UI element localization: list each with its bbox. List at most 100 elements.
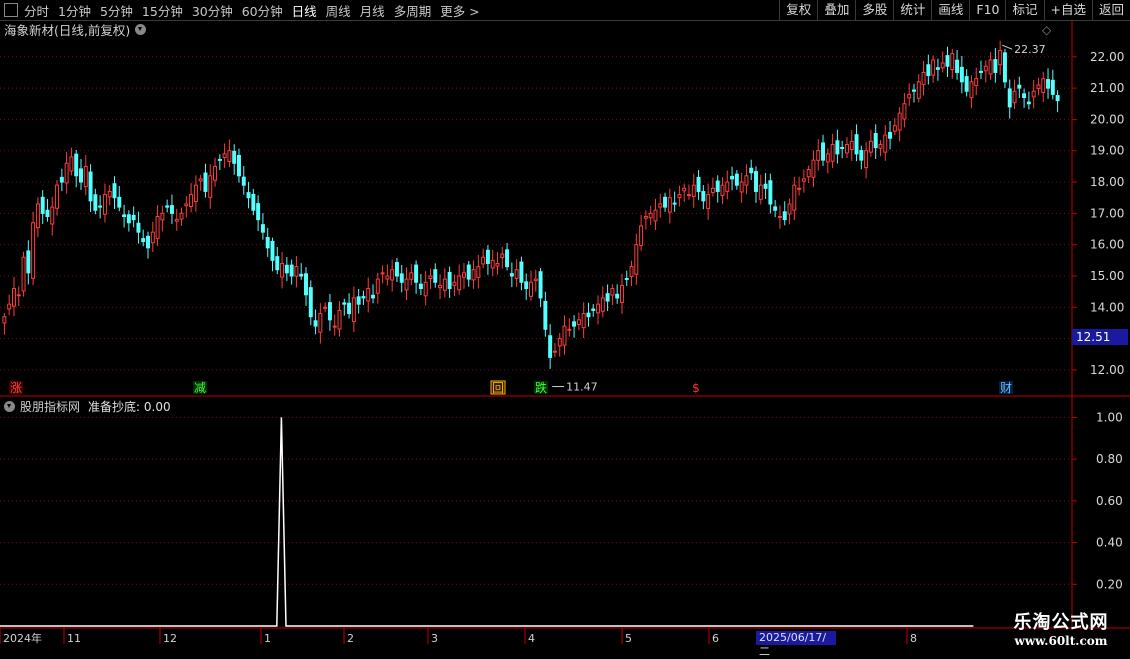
candle-body [160, 212, 165, 221]
candle-body [844, 143, 849, 154]
candle-body [806, 169, 811, 178]
candle-body [11, 288, 16, 307]
candle-body [572, 321, 577, 327]
candle-body [447, 271, 452, 290]
candle-body [21, 256, 26, 292]
candle-body [452, 281, 457, 286]
candle-body [428, 275, 433, 279]
candle-body [88, 171, 93, 202]
candle-body [892, 125, 897, 132]
candle-body [1017, 84, 1022, 89]
candle-body [490, 259, 495, 269]
candle-body [299, 273, 304, 277]
candle-body [26, 250, 31, 274]
candle-body [725, 181, 730, 192]
price-tick-label: 20.00 [1090, 112, 1124, 126]
candle-body [916, 81, 921, 99]
candle-body [811, 159, 816, 178]
candle-body [50, 206, 55, 225]
candle-body [260, 224, 265, 233]
candle-body [280, 262, 285, 278]
candle-body [648, 212, 653, 219]
candle-body [672, 202, 677, 205]
candle-body [107, 190, 112, 198]
candle-body [701, 191, 706, 202]
candle-body [509, 273, 514, 277]
price-tick-label: 19.00 [1090, 144, 1124, 158]
candle-body [126, 214, 131, 224]
current-price-tag: 12.51 [1072, 329, 1128, 345]
candle-body [265, 236, 270, 249]
candle-body [69, 156, 74, 172]
candle-body [562, 325, 567, 346]
candle-body [710, 187, 715, 193]
date-label: 12 [163, 632, 177, 645]
candle-body [461, 272, 466, 278]
candle-body [16, 294, 21, 297]
candle-body [404, 278, 409, 291]
candle-body [471, 269, 476, 281]
candle-body [643, 216, 648, 219]
candle-body [193, 184, 198, 203]
candle-body [150, 231, 155, 244]
candle-body [940, 62, 945, 69]
event-marker: 涨 [10, 380, 22, 395]
indicator-tick-label: 0.80 [1096, 452, 1123, 466]
candle-body [825, 153, 830, 163]
candle-body [959, 66, 964, 83]
candle-body [366, 288, 371, 302]
event-marker: 减 [194, 381, 206, 395]
candle-body [907, 93, 912, 99]
candle-body [59, 176, 64, 183]
candle-body [912, 89, 916, 92]
indicator-tick-label: 0.40 [1096, 536, 1123, 550]
candle-body [859, 150, 864, 161]
candle-body [576, 319, 581, 326]
price-tick-label: 12.00 [1090, 363, 1124, 377]
candle-body [974, 78, 979, 86]
candle-body [236, 154, 241, 177]
candle-body [208, 175, 213, 198]
candle-body [476, 266, 481, 278]
chevron-down-icon[interactable] [4, 400, 15, 412]
candle-body [945, 55, 950, 67]
price-tick-label: 17.00 [1090, 206, 1124, 220]
candle-body [519, 261, 524, 283]
candle-body [179, 212, 184, 220]
signal-line [0, 417, 974, 627]
candle-body [1046, 79, 1051, 89]
candle-body [1036, 84, 1041, 89]
candle-body [380, 272, 385, 275]
price-tick-label: 18.00 [1090, 175, 1124, 189]
candle-body [165, 205, 170, 208]
low-label: 11.47 [566, 381, 598, 394]
watermark: 乐淘公式网 www.60lt.com [996, 608, 1126, 648]
candle-body [505, 249, 510, 268]
candle-body [524, 281, 529, 290]
candle-body [466, 264, 471, 280]
candle-body [1022, 93, 1027, 98]
candle-body [45, 209, 50, 217]
candle-body [256, 203, 261, 221]
candle-body [543, 300, 548, 330]
candle-body [414, 264, 419, 283]
price-tick-label: 16.00 [1090, 238, 1124, 252]
candle-body [241, 176, 246, 186]
candle-body [337, 309, 342, 330]
event-marker: $ [692, 381, 700, 395]
high-label: 22.37 [1014, 43, 1046, 56]
candle-body [634, 244, 639, 275]
candle-body [442, 278, 447, 291]
candle-body [394, 262, 399, 277]
candle-body [2, 316, 7, 324]
candle-body [629, 266, 634, 277]
candle-body [998, 50, 1003, 66]
candle-body [835, 140, 840, 155]
candle-body [720, 184, 725, 196]
date-label: 8 [910, 632, 917, 645]
candle-body [591, 308, 596, 311]
candle-body [763, 183, 768, 189]
candle-body [495, 262, 500, 267]
candle-body [356, 296, 361, 305]
candle-body [270, 240, 275, 261]
